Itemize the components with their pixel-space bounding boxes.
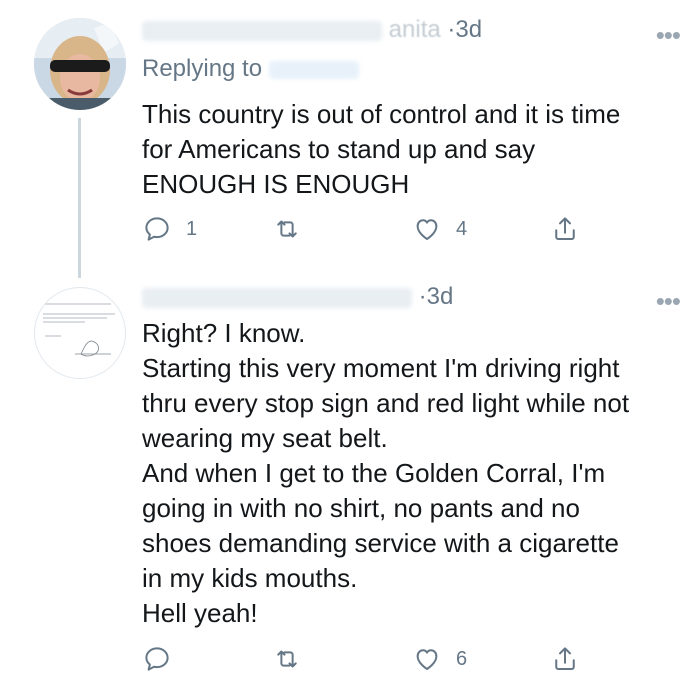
separator-dot: · — [418, 283, 427, 310]
tweet-time[interactable]: 3d — [455, 16, 482, 43]
thread-line — [78, 118, 81, 278]
replying-to-handle[interactable] — [268, 60, 359, 79]
tweet-text-line: shoes demanding service with a cigarette — [142, 528, 619, 558]
tweet-text-line: And when I get to the Golden Corral, I'm — [142, 458, 606, 488]
reply-button[interactable]: 1 — [142, 214, 197, 244]
user-name[interactable] — [142, 20, 382, 41]
tweet-text-line: ENOUGH IS ENOUGH — [142, 169, 410, 199]
share-button[interactable] — [550, 644, 580, 674]
tweet-text-line: Hell yeah! — [142, 598, 258, 628]
tweet-text-line: thru every stop sign and red light while… — [142, 388, 630, 418]
reply-button[interactable] — [142, 644, 172, 674]
tweet-header: anita ·3d — [142, 16, 482, 44]
like-button[interactable]: 6 — [412, 644, 467, 674]
avatar[interactable] — [34, 18, 126, 110]
share-icon — [555, 217, 575, 240]
tweet-actions: 6 — [142, 644, 592, 678]
like-button[interactable]: 4 — [412, 214, 467, 244]
retweet-button[interactable] — [272, 644, 302, 674]
speech-bubble-icon — [145, 647, 169, 671]
reply-count: 1 — [186, 217, 198, 240]
more-horizontal-icon[interactable]: ••• — [656, 22, 681, 48]
heart-icon — [416, 649, 438, 670]
retweet-icon — [277, 650, 297, 668]
speech-bubble-icon — [145, 217, 169, 241]
replying-to-label: Replying to — [142, 55, 263, 82]
user-name[interactable] — [142, 287, 412, 308]
tweet-actions: 1 4 — [142, 214, 592, 248]
heart-icon — [416, 219, 438, 240]
tweet-time[interactable]: 3d — [427, 283, 454, 310]
tweet-text-line: for Americans to stand up and say — [142, 134, 536, 164]
tweet-text: Right? I know. Starting this very moment… — [142, 316, 629, 631]
more-horizontal-icon[interactable]: ••• — [656, 288, 681, 314]
avatar-photo — [34, 18, 126, 110]
tweet-text-line: wearing my seat belt. — [142, 423, 388, 453]
like-count: 6 — [456, 647, 468, 670]
share-icon — [555, 647, 575, 670]
replying-to: Replying to — [142, 55, 359, 83]
retweet-icon — [277, 220, 297, 238]
user-name-fragment: anita — [388, 16, 441, 43]
avatar[interactable] — [34, 287, 126, 379]
tweet-header: ·3d — [142, 283, 453, 311]
tweet-text-line: Starting this very moment I'm driving ri… — [142, 353, 620, 383]
tweet-text-line: going in with no shirt, no pants and no — [142, 493, 580, 523]
like-count: 4 — [456, 217, 468, 240]
avatar-image — [43, 303, 115, 357]
share-button[interactable] — [550, 214, 580, 244]
retweet-button[interactable] — [272, 214, 316, 244]
tweet-text-line: Right? I know. — [142, 318, 306, 348]
tweet-text-line: in my kids mouths. — [142, 563, 358, 593]
tweet-text-line: This country is out of control and it is… — [142, 99, 621, 129]
tweet-text: This country is out of control and it is… — [142, 97, 620, 202]
